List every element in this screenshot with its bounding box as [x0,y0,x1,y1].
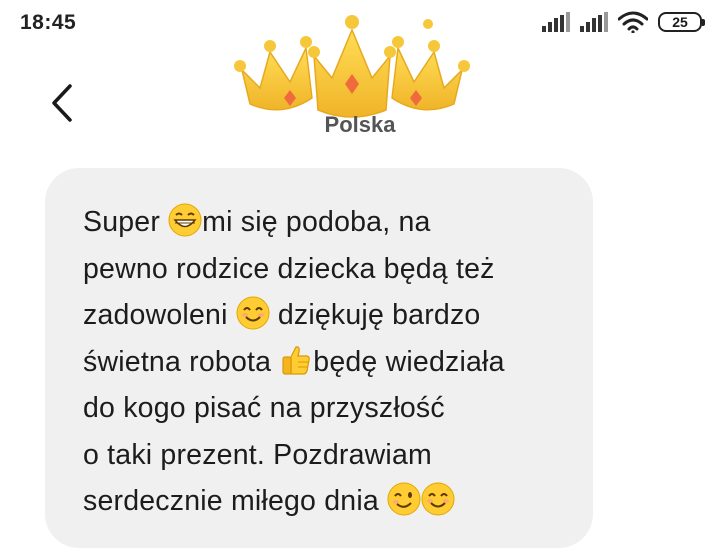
status-icons: 25 [542,11,705,33]
message-line: pewno rodzice dziecka będą też [83,246,555,293]
wink-emoji-icon [387,482,421,516]
grin-emoji-icon [168,203,202,237]
contact-name[interactable]: Polska [300,112,420,138]
message-text-fragment: zadowoleni [83,299,236,331]
smile-emoji-icon [421,482,455,516]
message-bubble[interactable]: Super mi się podoba, na pewno rodzice dz… [45,168,593,548]
message-text-fragment: Super [83,206,169,238]
signal-icon [580,12,608,32]
smile-emoji-icon [236,296,270,330]
message-line: o taki prezent. Pozdrawiam [83,432,555,479]
message-text-fragment: serdecznie miłego dnia [83,485,388,517]
message-text: Super mi się podoba, na pewno rodzice dz… [83,199,555,525]
message-line: Super mi się podoba, na [83,199,555,246]
chevron-left-icon[interactable] [42,80,82,126]
status-time: 18:45 [20,11,77,34]
message-text-fragment: dziękuję bardzo [269,299,481,331]
battery-level: 25 [672,14,688,30]
message-line: zadowoleni dziękuję bardzo [83,292,555,339]
message-line: świetna robota będę wiedziała [83,339,555,386]
message-text-fragment: pewno rodzice dziecka będą też [83,252,495,285]
crown-icon [234,15,470,118]
message-line: do kogo pisać na przyszłość [83,385,555,432]
battery-icon: 25 [658,12,705,32]
wifi-icon [618,11,648,33]
thumbs-up-emoji-icon [282,345,311,375]
signal-icon [542,12,570,32]
message-text-fragment: świetna robota [83,345,280,378]
message-text-fragment: będę wiedziała [313,345,505,378]
message-text-fragment: mi się podoba, na [202,206,431,238]
message-text-fragment: do kogo pisać na przyszłość [83,392,445,424]
message-line: serdecznie miłego dnia [83,478,555,525]
message-text-fragment: o taki prezent. Pozdrawiam [83,438,432,471]
